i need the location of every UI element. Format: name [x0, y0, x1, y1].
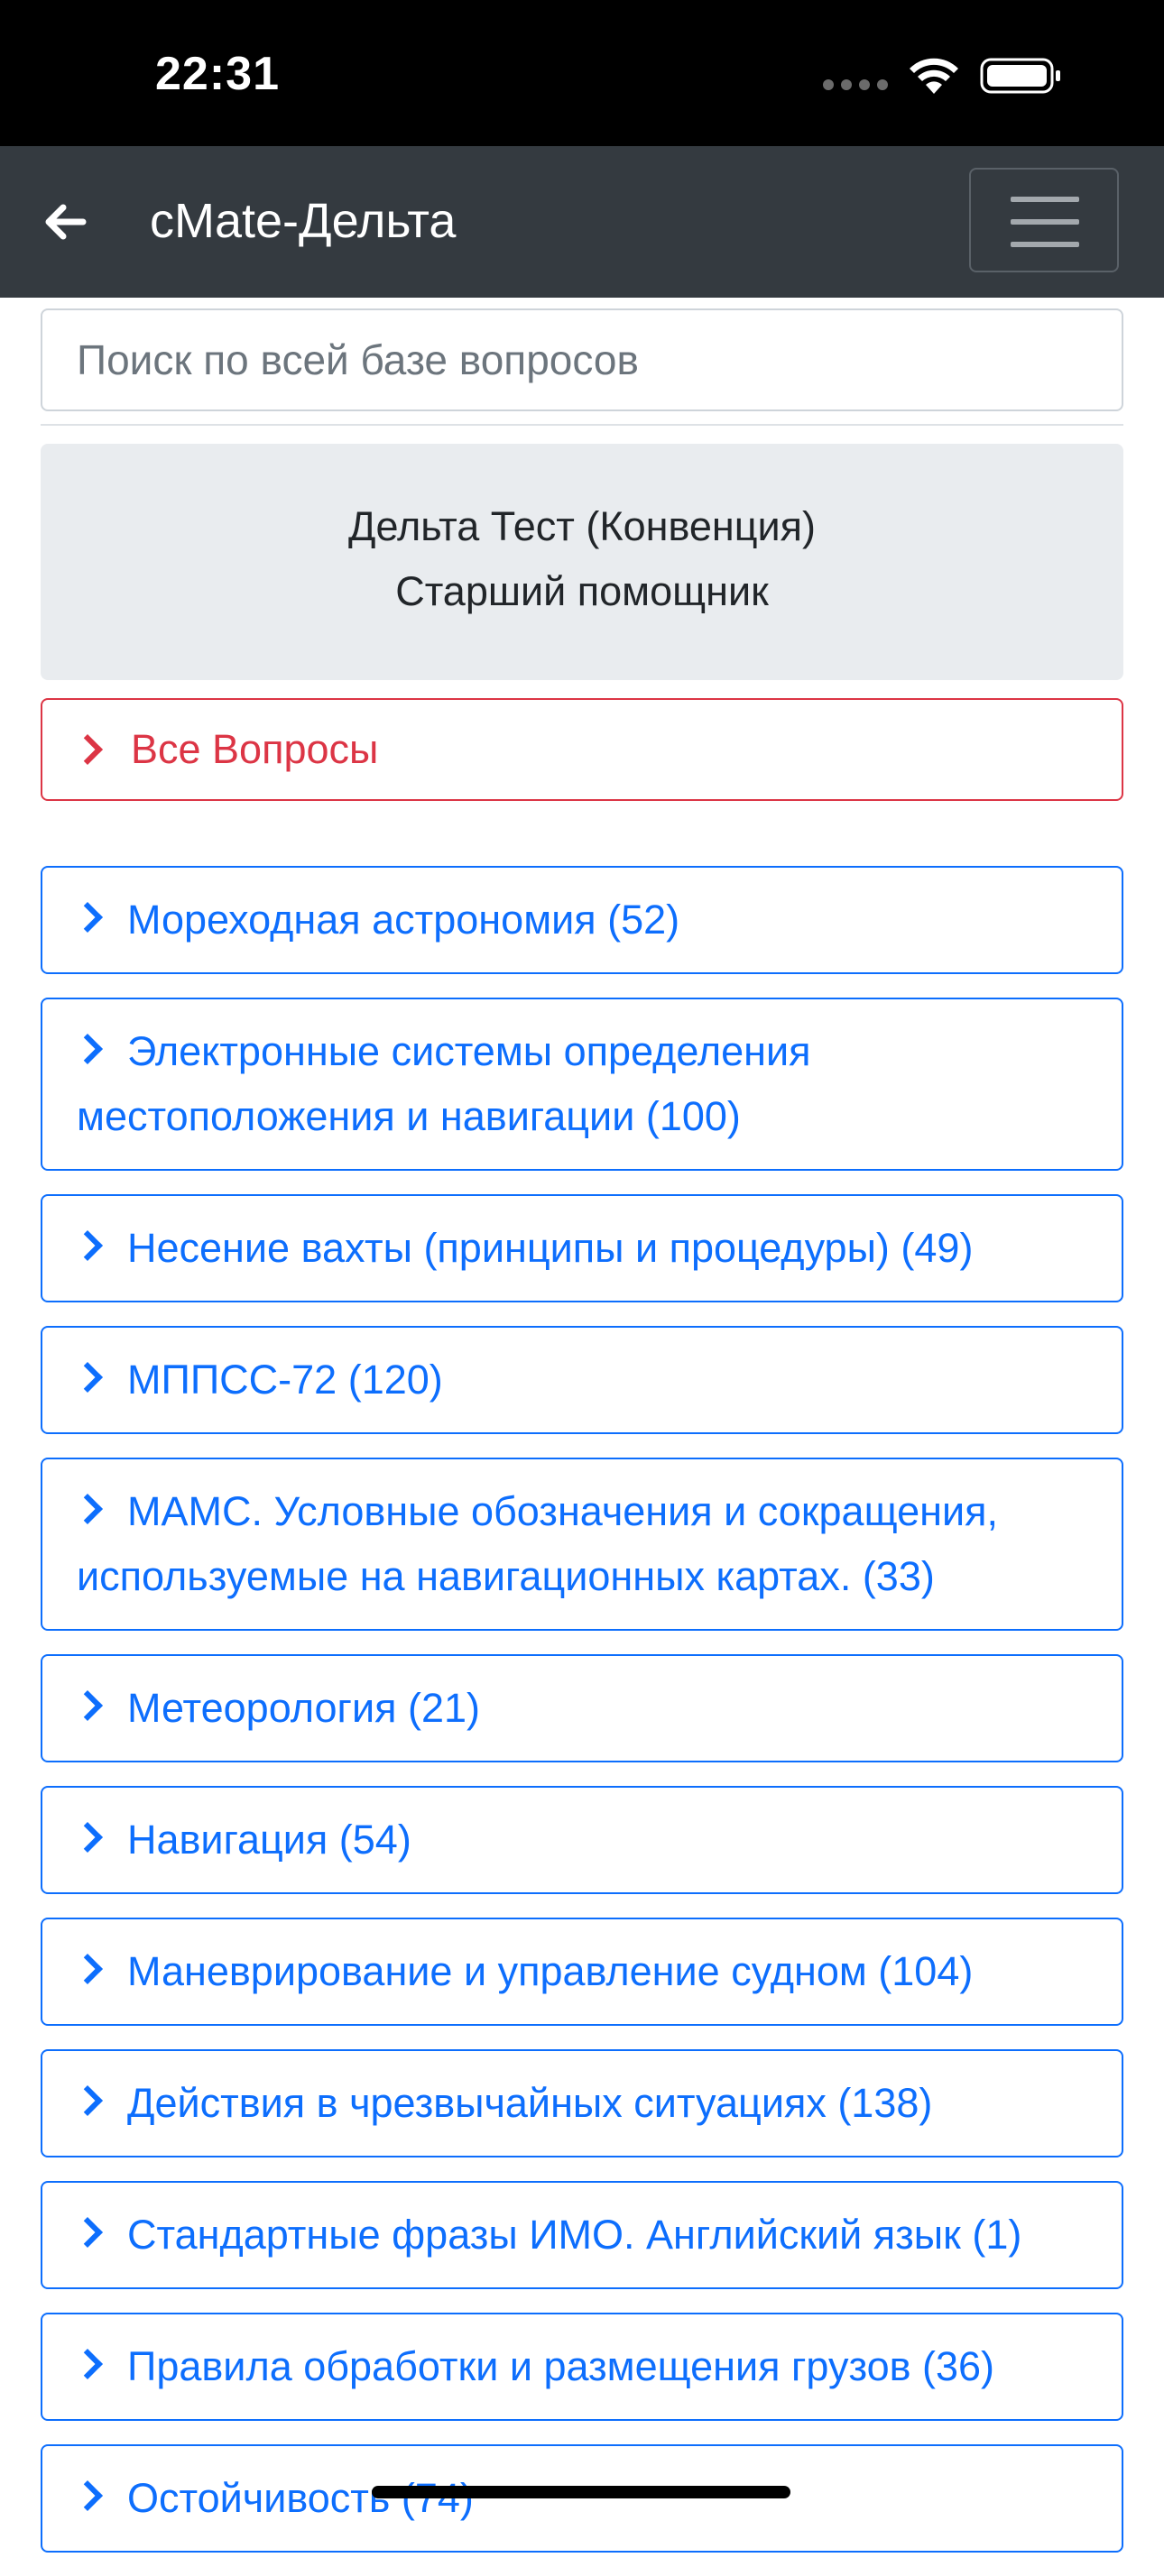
- chevron-right-icon: [72, 1034, 103, 1064]
- category-label: Несение вахты (принципы и процедуры) (49…: [127, 1225, 974, 1271]
- category-item[interactable]: МППСС-72 (120): [41, 1326, 1123, 1434]
- battery-icon: [980, 58, 1060, 94]
- chevron-right-icon: [72, 2217, 103, 2248]
- chevron-right-icon: [72, 2480, 103, 2511]
- test-position: Старший помощник: [395, 568, 769, 614]
- category-item[interactable]: Действия в чрезвычайных ситуациях (138): [41, 2049, 1123, 2157]
- category-item[interactable]: Правила обработки и размещения грузов (3…: [41, 2313, 1123, 2421]
- category-label: Стандартные фразы ИМО. Английский язык (…: [127, 2212, 1022, 2258]
- category-list: Мореходная астрономия (52) Электронные с…: [41, 866, 1123, 2576]
- test-info-box: Дельта Тест (Конвенция) Старший помощник: [41, 444, 1123, 680]
- category-label: МППСС-72 (120): [127, 1357, 443, 1403]
- wifi-icon: [910, 58, 958, 94]
- arrow-left-icon[interactable]: [40, 197, 90, 247]
- category-item[interactable]: Несение вахты (принципы и процедуры) (49…: [41, 1194, 1123, 1302]
- category-label: Правила обработки и размещения грузов (3…: [127, 2343, 995, 2389]
- category-label: Мореходная астрономия (52): [127, 897, 680, 943]
- category-label: МАМС. Условные обозначения и сокращения,…: [77, 1488, 998, 1599]
- category-item[interactable]: Маневрирование и управление судном (104): [41, 1918, 1123, 2026]
- chevron-right-icon: [72, 1230, 103, 1261]
- search-input[interactable]: [41, 308, 1123, 411]
- divider: [41, 424, 1123, 426]
- status-icons: [823, 56, 1063, 96]
- category-item[interactable]: Электронные системы определения местопол…: [41, 998, 1123, 1171]
- cellular-signal-icon: [823, 79, 888, 90]
- chevron-right-icon: [72, 1494, 103, 1524]
- chevron-right-icon: [72, 902, 103, 933]
- category-item[interactable]: Навигация (54): [41, 1786, 1123, 1894]
- app-title[interactable]: cMate-Дельта: [150, 193, 456, 249]
- category-label: Маневрирование и управление судном (104): [127, 1948, 974, 1994]
- home-indicator[interactable]: [372, 2486, 790, 2498]
- category-label: Электронные системы определения местопол…: [77, 1028, 811, 1139]
- chevron-right-icon: [72, 1690, 103, 1721]
- category-item[interactable]: Мореходная астрономия (52): [41, 866, 1123, 974]
- category-item[interactable]: Стандартные фразы ИМО. Английский язык (…: [41, 2181, 1123, 2289]
- category-item[interactable]: Остойчивость (74): [41, 2444, 1123, 2553]
- chevron-right-icon: [72, 2349, 103, 2379]
- all-questions-label: Все Вопросы: [131, 726, 379, 772]
- test-name: Дельта Тест (Конвенция): [347, 503, 817, 549]
- category-label: Навигация (54): [127, 1817, 411, 1863]
- all-questions-button[interactable]: Все Вопросы: [41, 698, 1123, 801]
- category-item[interactable]: МАМС. Условные обозначения и сокращения,…: [41, 1458, 1123, 1631]
- chevron-right-icon: [72, 2085, 103, 2116]
- menu-toggle-button[interactable]: [969, 168, 1119, 272]
- status-bar: 22:31: [0, 0, 1164, 146]
- status-time: 22:31: [155, 48, 280, 100]
- chevron-right-icon: [72, 1822, 103, 1853]
- navbar: cMate-Дельта: [0, 146, 1164, 298]
- category-item[interactable]: Метеорология (21): [41, 1654, 1123, 1762]
- chevron-right-icon: [72, 1362, 103, 1393]
- chevron-right-icon: [72, 1954, 103, 1984]
- chevron-right-icon: [72, 734, 103, 765]
- category-label: Действия в чрезвычайных ситуациях (138): [127, 2080, 933, 2126]
- hamburger-icon: [1011, 197, 1079, 202]
- category-label: Метеорология (21): [127, 1685, 480, 1731]
